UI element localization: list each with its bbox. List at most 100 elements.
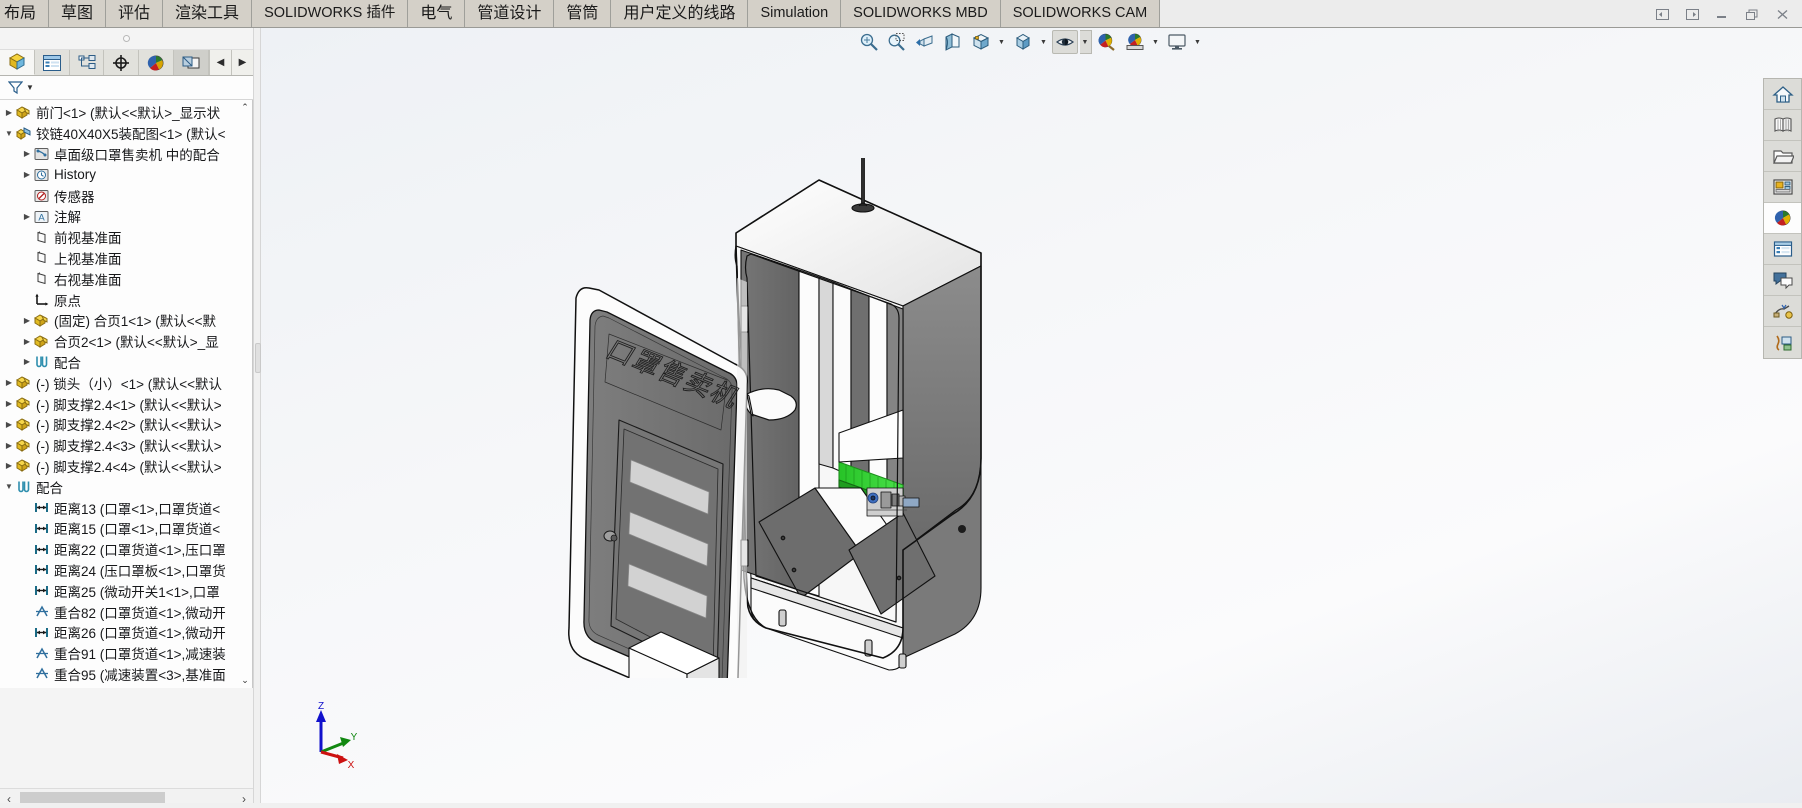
- chevron-right-icon[interactable]: ▶: [4, 108, 14, 117]
- feature-tree-filter[interactable]: ▼: [0, 76, 253, 100]
- ribbon-tab-7[interactable]: 管筒: [554, 0, 612, 27]
- tree-item-10[interactable]: ▶ (固定) 合页1<1> (默认<<默: [0, 310, 252, 331]
- ribbon-tab-4[interactable]: SOLIDWORKS 插件: [252, 0, 409, 27]
- previous-view-button[interactable]: [912, 30, 938, 54]
- manager-tab-next-button[interactable]: ▶: [231, 50, 253, 75]
- tree-item-4[interactable]: · 传感器: [0, 185, 252, 206]
- view-books-icon[interactable]: [1764, 110, 1801, 141]
- view-orientation-caret-icon[interactable]: ▼: [996, 30, 1008, 54]
- tree-item-16[interactable]: ▶ (-) 脚支撑2.4<3> (默认<<默认>: [0, 435, 252, 456]
- solidworks-forum-icon[interactable]: [1764, 327, 1801, 358]
- chevron-down-icon[interactable]: ▼: [4, 129, 14, 138]
- appearances-tab[interactable]: [174, 50, 209, 75]
- sheet-format-icon[interactable]: [1764, 296, 1801, 327]
- zoom-to-fit-button[interactable]: [856, 30, 882, 54]
- chevron-right-icon[interactable]: ▶: [4, 399, 14, 408]
- tree-item-27[interactable]: · 重合95 (减速装置<3>,基准面: [0, 664, 252, 685]
- view-home-icon[interactable]: [1764, 79, 1801, 110]
- feature-tree[interactable]: ▶ 前门<1> (默认<<默认>_显示状 ▼ 铰链40X40X5装配图<1> (默认<…: [0, 100, 253, 688]
- tree-item-19[interactable]: · 距离13 (口罩<1>,口罩货道<: [0, 497, 252, 518]
- tree-item-12[interactable]: ▶ 配合: [0, 352, 252, 373]
- display-style-button[interactable]: [1010, 30, 1036, 54]
- close-icon[interactable]: [1768, 2, 1796, 26]
- restore-right-icon[interactable]: [1678, 2, 1706, 26]
- graphics-viewport[interactable]: ▼ ▼ ▼ ▼ ▼ 口罩售卖机 Z Y X: [261, 28, 1802, 808]
- hide-show-items-caret-icon[interactable]: ▼: [1079, 30, 1092, 54]
- assembly-model-view[interactable]: 口罩售卖机: [551, 150, 1061, 719]
- chevron-right-icon[interactable]: ▶: [22, 337, 32, 346]
- dimxpert-manager-tab[interactable]: [104, 50, 140, 75]
- feature-tree-vscrollbar[interactable]: ⌃ ⌄: [238, 100, 252, 688]
- restore-left-icon[interactable]: [1648, 2, 1676, 26]
- view-settings-caret-icon[interactable]: ▼: [1192, 30, 1204, 54]
- ribbon-tab-9[interactable]: Simulation: [748, 0, 842, 27]
- chevron-right-icon[interactable]: ▶: [22, 170, 32, 179]
- tree-item-11[interactable]: ▶ 合页2<1> (默认<<默认>_显: [0, 331, 252, 352]
- view-orientation-button[interactable]: [968, 30, 994, 54]
- ribbon-tab-5[interactable]: 电气: [408, 0, 466, 27]
- custom-properties-icon[interactable]: [1764, 265, 1801, 296]
- tree-item-7[interactable]: · 上视基准面: [0, 248, 252, 269]
- ribbon-tab-8[interactable]: 用户定义的线路: [611, 0, 749, 27]
- appearances-scenes-icon[interactable]: [1764, 234, 1801, 265]
- tree-item-25[interactable]: · 距离26 (口罩货道<1>,微动开: [0, 622, 252, 643]
- chevron-right-icon[interactable]: ▶: [4, 441, 14, 450]
- tree-item-15[interactable]: ▶ (-) 脚支撑2.4<2> (默认<<默认>: [0, 414, 252, 435]
- tree-item-2[interactable]: ▶ 卓面级口罩售卖机 中的配合: [0, 144, 252, 165]
- ribbon-tab-1[interactable]: 草图: [49, 0, 107, 27]
- tree-item-22[interactable]: · 距离24 (压口罩板<1>,口罩货: [0, 560, 252, 581]
- edit-appearance-button[interactable]: [1094, 30, 1120, 54]
- tree-item-6[interactable]: · 前视基准面: [0, 227, 252, 248]
- section-view-button[interactable]: [940, 30, 966, 54]
- manager-tab-prev-button[interactable]: ◀: [209, 50, 231, 75]
- maximize-icon[interactable]: [1738, 2, 1766, 26]
- chevron-right-icon[interactable]: ▶: [22, 316, 32, 325]
- display-style-caret-icon[interactable]: ▼: [1038, 30, 1050, 54]
- ribbon-tab-6[interactable]: 管道设计: [465, 0, 555, 27]
- ribbon-tab-3[interactable]: 渲染工具: [163, 0, 253, 27]
- ribbon-tab-11[interactable]: SOLIDWORKS CAM: [1000, 0, 1161, 27]
- apply-scene-caret-icon[interactable]: ▼: [1150, 30, 1162, 54]
- panel-drag-handle[interactable]: [0, 28, 253, 50]
- chevron-right-icon[interactable]: ▶: [22, 212, 32, 221]
- display-manager-tab[interactable]: [139, 50, 175, 75]
- tree-item-0[interactable]: ▶ 前门<1> (默认<<默认>_显示状: [0, 102, 252, 123]
- design-library-icon[interactable]: [1764, 141, 1801, 172]
- tree-item-18[interactable]: ▼ 配合: [0, 476, 252, 497]
- chevron-right-icon[interactable]: ▶: [4, 378, 14, 387]
- tree-item-14[interactable]: ▶ (-) 脚支撑2.4<1> (默认<<默认>: [0, 393, 252, 414]
- chevron-right-icon[interactable]: ▶: [22, 149, 32, 158]
- tree-item-23[interactable]: · 距离25 (微动开关1<1>,口罩: [0, 580, 252, 601]
- file-explorer-icon[interactable]: [1764, 172, 1801, 203]
- tree-item-9[interactable]: · 原点: [0, 289, 252, 310]
- tree-item-26[interactable]: · 重合91 (口罩货道<1>,减速装: [0, 643, 252, 664]
- property-manager-tab[interactable]: [34, 50, 70, 75]
- ribbon-tab-10[interactable]: SOLIDWORKS MBD: [841, 0, 1001, 27]
- apply-scene-button[interactable]: [1122, 30, 1148, 54]
- tree-item-5[interactable]: ▶ A 注解: [0, 206, 252, 227]
- chevron-right-icon[interactable]: ▶: [4, 461, 14, 470]
- minimize-icon[interactable]: [1708, 2, 1736, 26]
- tree-item-3[interactable]: ▶ History: [0, 164, 252, 185]
- ribbon-tab-2[interactable]: 评估: [106, 0, 164, 27]
- tree-item-24[interactable]: · 重合82 (口罩货道<1>,微动开: [0, 601, 252, 622]
- tree-item-17[interactable]: ▶ (-) 脚支撑2.4<4> (默认<<默认>: [0, 456, 252, 477]
- panel-splitter[interactable]: [253, 28, 261, 808]
- tree-item-21[interactable]: · 距离22 (口罩货道<1>,压口罩: [0, 539, 252, 560]
- zoom-to-area-button[interactable]: [884, 30, 910, 54]
- feature-manager-tab[interactable]: [0, 50, 35, 75]
- chevron-down-icon[interactable]: ▼: [4, 482, 14, 491]
- tree-item-1[interactable]: ▼ 铰链40X40X5装配图<1> (默认<: [0, 123, 252, 144]
- view-palette-icon[interactable]: [1764, 203, 1801, 234]
- scroll-up-icon[interactable]: ⌃: [238, 100, 252, 115]
- tree-item-20[interactable]: · 距离15 (口罩<1>,口罩货道<: [0, 518, 252, 539]
- tree-item-13[interactable]: ▶ (-) 锁头（小）<1> (默认<<默认: [0, 372, 252, 393]
- tree-item-8[interactable]: · 右视基准面: [0, 268, 252, 289]
- ribbon-tab-0[interactable]: 布局: [0, 0, 50, 27]
- chevron-right-icon[interactable]: ▶: [22, 357, 32, 366]
- scroll-down-icon[interactable]: ⌄: [238, 673, 252, 688]
- view-settings-button[interactable]: [1164, 30, 1190, 54]
- hide-show-items-button[interactable]: [1051, 30, 1078, 54]
- configuration-manager-tab[interactable]: [69, 50, 105, 75]
- chevron-right-icon[interactable]: ▶: [4, 420, 14, 429]
